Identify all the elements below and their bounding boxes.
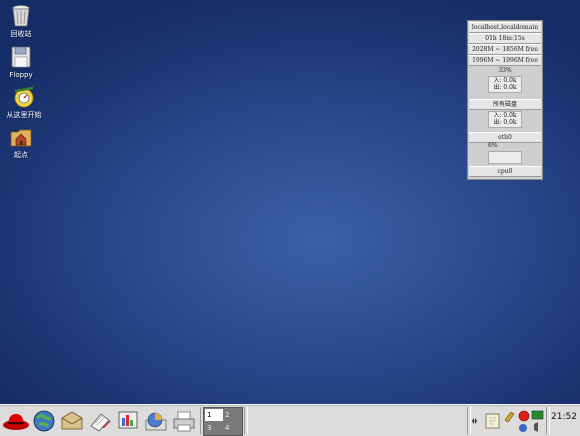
spreadsheet-launcher[interactable] xyxy=(143,408,169,434)
tasklist-scroll-arrows[interactable] xyxy=(470,408,479,434)
monitor-disk-out: 出: 0.0k xyxy=(493,119,517,126)
pie-chart-icon xyxy=(145,412,167,431)
notes-icon xyxy=(485,413,500,429)
floppy-desktop-icon[interactable]: Floppy xyxy=(0,45,44,80)
mail-launcher[interactable] xyxy=(59,408,85,434)
home-desktop-icon[interactable]: 起点 xyxy=(0,125,44,160)
monitor-swap: 1996M ~ 1996M free xyxy=(469,55,541,66)
system-monitor[interactable]: localhost.localdomain 01h 18m:15s 2028M … xyxy=(467,20,543,180)
workspace-3[interactable]: 3 xyxy=(205,422,223,434)
home-folder-icon xyxy=(10,129,32,147)
taskbar-separator xyxy=(244,407,248,434)
trash-label: 回收站 xyxy=(10,30,32,38)
monitor-net-out: 出: 0.0k xyxy=(493,84,517,91)
monitor-net-chart: 入: 0.0k 出: 0.0k xyxy=(488,76,522,93)
monitor-eth-chart xyxy=(488,151,522,164)
redhat-icon xyxy=(3,414,29,430)
clock[interactable]: 21:52 xyxy=(548,412,580,422)
start-here-label: 从这里开始 xyxy=(6,111,42,119)
globe-icon xyxy=(33,410,55,432)
monitor-disks-header: 所有磁盘 xyxy=(469,99,541,110)
floppy-label: Floppy xyxy=(9,71,33,79)
monitor-memory: 2028M ~ 1856M free xyxy=(469,44,541,55)
scroll-arrows-icon xyxy=(472,418,477,424)
mail-icon xyxy=(61,411,83,430)
monitor-eth-percent: 6% xyxy=(488,142,498,149)
monitor-hostname: localhost.localdomain xyxy=(469,22,541,33)
main-menu-button[interactable] xyxy=(2,408,30,434)
presentation-icon xyxy=(118,411,138,429)
printer-icon xyxy=(173,411,195,432)
monitor-cpu-percent: 33% xyxy=(498,67,512,74)
monitor-cpu-label: cpu0 xyxy=(469,166,541,177)
document-pen-icon xyxy=(90,413,111,432)
workspace-4[interactable]: 4 xyxy=(223,422,241,434)
trash-icon xyxy=(12,5,30,27)
taskbar: 1 2 3 4 21:52 xyxy=(0,404,580,436)
presentation-launcher[interactable] xyxy=(115,408,141,434)
writer-launcher[interactable] xyxy=(87,408,113,434)
tray-icons xyxy=(504,410,544,432)
notification-area[interactable] xyxy=(502,408,546,434)
web-browser-launcher[interactable] xyxy=(31,408,57,434)
workspace-pager[interactable]: 1 2 3 4 xyxy=(203,407,243,436)
notes-applet[interactable] xyxy=(484,408,502,434)
trash-desktop-icon[interactable]: 回收站 xyxy=(0,4,44,39)
workspace-1[interactable]: 1 xyxy=(205,409,223,421)
workspace-2[interactable]: 2 xyxy=(223,409,241,421)
home-label: 起点 xyxy=(14,151,28,159)
start-here-icon xyxy=(14,86,34,108)
floppy-icon xyxy=(11,46,31,68)
start-here-desktop-icon[interactable]: 从这里开始 xyxy=(0,85,50,120)
monitor-disk-chart: 入: 0.0k 出: 0.0k xyxy=(488,111,522,128)
monitor-uptime: 01h 18m:15s xyxy=(469,33,541,44)
print-manager-launcher[interactable] xyxy=(171,408,197,434)
